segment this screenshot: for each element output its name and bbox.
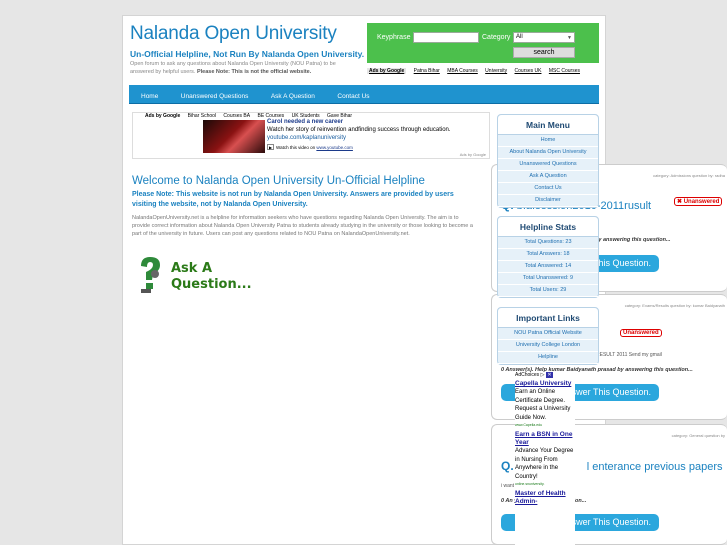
- adchoices-panel: AdChoices ▷ ✕ Capella University Earn an …: [515, 372, 575, 545]
- main-menu-title: Main Menu: [498, 115, 598, 135]
- site-description: Open forum to ask any questions about Na…: [130, 60, 360, 76]
- play-icon[interactable]: ▶: [267, 144, 274, 150]
- welcome-body: NalandaOpenUniversity.net is a helpline …: [132, 215, 473, 237]
- keyphrase-label: Keyphrase: [377, 34, 411, 41]
- ad-video-link[interactable]: ▶ Watch this video on www.youtube.com: [267, 144, 353, 150]
- nav-contact[interactable]: Contact Us: [331, 87, 375, 106]
- ad-tab[interactable]: Courses BA: [223, 113, 250, 119]
- menu-item-unanswered[interactable]: Unanswered Questions: [498, 159, 598, 171]
- ad-title[interactable]: Earn a BSN in One Year: [515, 431, 575, 447]
- nav-home[interactable]: Home: [135, 87, 164, 106]
- search-panel: Keyphrase Category All ▼ search: [367, 23, 599, 63]
- ads-by-google-footer: Ads by Google: [459, 152, 486, 157]
- ad-banner: Ads by Google Bihar School Courses BA BE…: [132, 112, 490, 159]
- ad-video-text: Watch this video on: [276, 145, 316, 150]
- adchoices-text: AdChoices ▷: [515, 372, 545, 378]
- keyphrase-input[interactable]: [413, 32, 479, 43]
- ads-by-google-label[interactable]: Ads by Google: [367, 68, 407, 74]
- menu-item-home[interactable]: Home: [498, 135, 598, 147]
- ad-link[interactable]: MBA Courses: [447, 68, 478, 74]
- stat-total-answered[interactable]: Total Answered: 14: [498, 261, 598, 273]
- question-answers: l by answering this question...: [592, 237, 671, 243]
- ad-video-site[interactable]: www.youtube.com: [316, 145, 353, 150]
- menu-item-disclaimer[interactable]: Disclaimer: [498, 195, 598, 207]
- ask-question-label: Ask A Question...: [171, 261, 252, 293]
- question-mark-icon: [141, 257, 160, 293]
- ad-link[interactable]: MSC Courses: [549, 68, 580, 74]
- ad-url[interactable]: online.snuniversity.: [515, 481, 575, 488]
- question-prefix: Q.: [501, 459, 514, 473]
- question-title-text[interactable]: l enterance previous papers: [587, 461, 723, 473]
- site-title[interactable]: Nalanda Open University: [130, 23, 337, 45]
- site-note: Please Note: This is not the official we…: [196, 69, 312, 75]
- welcome-title: Welcome to Nalanda Open University Un-Of…: [132, 175, 425, 187]
- question-body: RESULT 2011 Send my gmail: [596, 352, 662, 358]
- helpline-stats-panel: Helpline Stats Total Questions: 23 Total…: [497, 216, 599, 298]
- link-ucl[interactable]: University College London: [498, 340, 598, 352]
- menu-item-about[interactable]: About Nalanda Open University: [498, 147, 598, 159]
- ad-links-bar: Ads by Google Patna Bihar MBA Courses Un…: [367, 68, 599, 76]
- ad-video-thumbnail[interactable]: [203, 120, 265, 153]
- menu-item-contact[interactable]: Contact Us: [498, 183, 598, 195]
- question-meta: category: Exams/Results question by: kum…: [624, 303, 725, 308]
- category-label: Category: [482, 34, 511, 41]
- category-select[interactable]: All ▼: [513, 32, 575, 43]
- stat-total-answers[interactable]: Total Answers: 18: [498, 249, 598, 261]
- welcome-note: Please Note: This website is not run by …: [132, 191, 454, 208]
- link-nou-official[interactable]: NOU Patna Official Website: [498, 328, 598, 340]
- chevron-down-icon: ▼: [567, 35, 572, 41]
- stats-title: Helpline Stats: [498, 217, 598, 237]
- stat-total-questions[interactable]: Total Questions: 23: [498, 237, 598, 249]
- unanswered-badge: Unanswered: [620, 329, 662, 337]
- ask-label-line2: Question...: [171, 277, 252, 292]
- question-meta: category: General question by: [671, 433, 725, 438]
- category-value: All: [516, 34, 523, 40]
- ad-title[interactable]: Capella University: [515, 380, 575, 388]
- ad-title[interactable]: Carol needed a new career: [267, 119, 343, 125]
- ad-link[interactable]: Courses UK: [515, 68, 542, 74]
- ad-description: Advance Your Degree in Nursing From Anyw…: [515, 448, 574, 480]
- site-subtitle: Un-Official Helpline, Not Run By Nalanda…: [130, 49, 365, 59]
- close-icon[interactable]: ✕: [546, 372, 553, 378]
- links-title: Important Links: [498, 308, 598, 328]
- unanswered-badge: ✖ Unanswered: [674, 197, 723, 206]
- ask-label-line1: Ask A: [171, 261, 213, 276]
- main-nav: Home Unanswered Questions Ask A Question…: [129, 85, 599, 104]
- adchoices-label[interactable]: AdChoices ▷ ✕: [515, 372, 575, 378]
- nav-unanswered[interactable]: Unanswered Questions: [175, 87, 255, 106]
- ad-url[interactable]: www.Capella.edu: [515, 422, 575, 429]
- ad-description: Earn an Online Certificate Degree. Reque…: [515, 389, 571, 421]
- search-button[interactable]: search: [513, 47, 575, 58]
- ad-link[interactable]: Patna Bihar: [414, 68, 440, 74]
- main-menu-panel: Main Menu Home About Nalanda Open Univer…: [497, 114, 599, 208]
- nav-ask-question[interactable]: Ask A Question: [265, 87, 321, 106]
- important-links-panel: Important Links NOU Patna Official Websi…: [497, 307, 599, 365]
- menu-item-ask[interactable]: Ask A Question: [498, 171, 598, 183]
- stat-total-users[interactable]: Total Users: 29: [498, 285, 598, 297]
- ad-tab[interactable]: Bihar School: [188, 113, 216, 119]
- ad-description: Watch her story of reinvention andfindin…: [267, 127, 451, 133]
- ask-question-button[interactable]: Ask A Question...: [137, 256, 267, 296]
- ad-title[interactable]: Master of Health Admin-: [515, 490, 575, 506]
- ad-url[interactable]: youtube.com/kaplanuniversity: [267, 135, 346, 141]
- question-meta: category: Admissions question by: radha: [653, 173, 725, 178]
- stat-total-unanswered[interactable]: Total Unanswered: 9: [498, 273, 598, 285]
- link-helpline[interactable]: Helpline: [498, 352, 598, 364]
- ad-tab[interactable]: Ads by Google: [145, 113, 180, 119]
- ad-link[interactable]: University: [485, 68, 507, 74]
